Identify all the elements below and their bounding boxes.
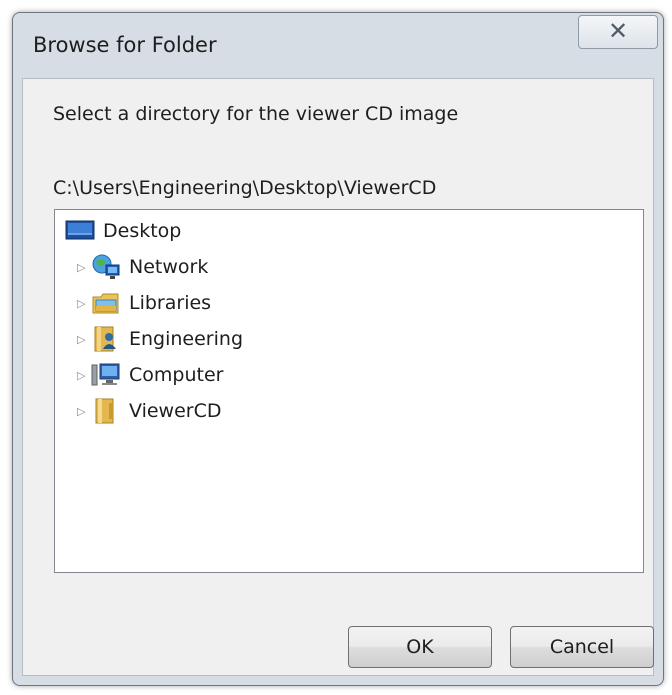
tree-item-computer[interactable]: ▷ Computer [77, 360, 223, 390]
dialog-prompt: Select a directory for the viewer CD ima… [53, 103, 459, 125]
expand-arrow-icon[interactable]: ▷ [77, 369, 91, 382]
close-button[interactable]: ✕ [578, 15, 658, 49]
user-folder-icon [91, 325, 121, 353]
close-icon: ✕ [607, 17, 629, 45]
tree-item-label: Desktop [103, 220, 182, 242]
tree-item-desktop[interactable]: Desktop [65, 216, 181, 246]
network-icon [91, 253, 121, 281]
tree-item-engineering[interactable]: ▷ Engineering [77, 324, 243, 354]
folder-tree[interactable]: Desktop ▷ Network ▷ Libraries ▷ Engineer… [54, 209, 644, 573]
selected-path: C:\Users\Engineering\Desktop\ViewerCD [53, 177, 437, 199]
expand-arrow-icon[interactable]: ▷ [77, 297, 91, 310]
folder-icon [91, 397, 121, 425]
tree-item-label: Computer [129, 364, 224, 386]
tree-item-label: ViewerCD [129, 400, 222, 422]
cancel-button[interactable]: Cancel [510, 626, 654, 668]
computer-icon [91, 361, 121, 389]
expand-arrow-icon[interactable]: ▷ [77, 405, 91, 418]
tree-item-label: Engineering [129, 328, 243, 350]
browse-folder-dialog: Browse for Folder ✕ Select a directory f… [12, 12, 664, 686]
tree-item-label: Libraries [129, 292, 212, 314]
title-bar[interactable]: Browse for Folder ✕ [13, 13, 663, 75]
tree-item-network[interactable]: ▷ Network [77, 252, 208, 282]
desktop-icon [65, 217, 95, 245]
expand-arrow-icon[interactable]: ▷ [77, 261, 91, 274]
ok-button[interactable]: OK [348, 626, 492, 668]
tree-item-viewercd[interactable]: ▷ ViewerCD [77, 396, 222, 426]
libraries-icon [91, 289, 121, 317]
tree-item-libraries[interactable]: ▷ Libraries [77, 288, 211, 318]
dialog-body: Select a directory for the viewer CD ima… [22, 78, 654, 676]
expand-arrow-icon[interactable]: ▷ [77, 333, 91, 346]
tree-item-label: Network [129, 256, 209, 278]
window-title: Browse for Folder [33, 33, 217, 57]
